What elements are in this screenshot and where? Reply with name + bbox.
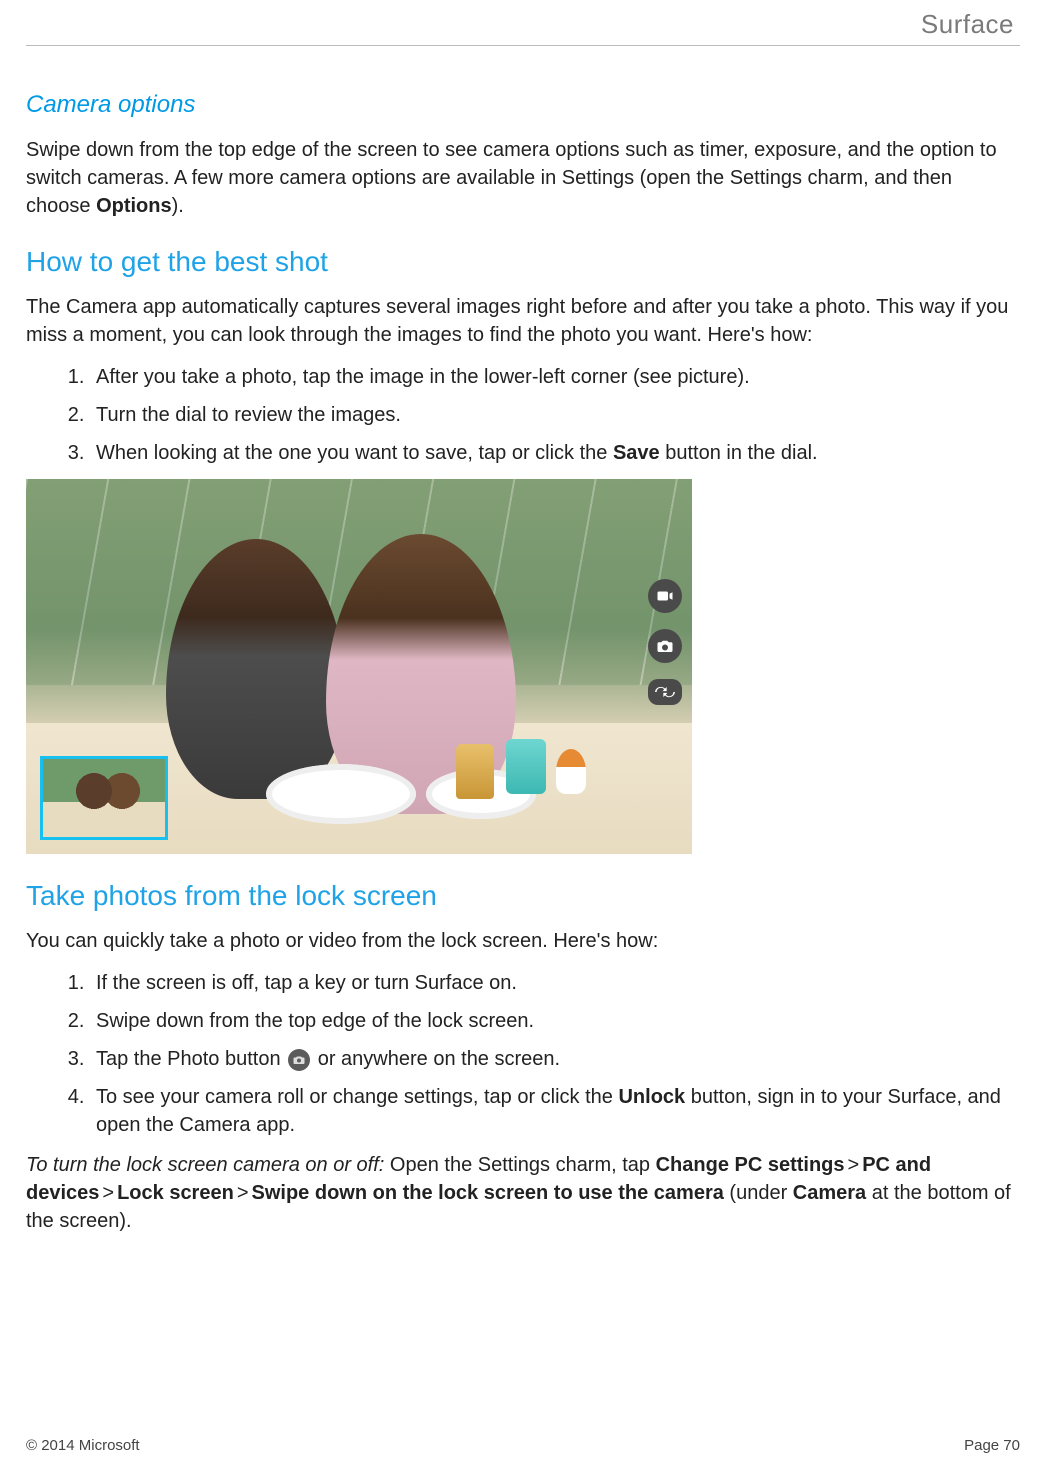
switch-camera-icon[interactable]: [648, 679, 682, 705]
text-bold: Lock screen: [117, 1182, 234, 1204]
text: Open the Settings charm, tap: [384, 1154, 655, 1176]
list-item: Turn the dial to review the images.: [90, 401, 1020, 429]
camera-app-screenshot: [26, 479, 692, 854]
footer-copyright: © 2014 Microsoft: [26, 1435, 140, 1456]
paragraph-best-shot-intro: The Camera app automatically captures se…: [26, 293, 1020, 349]
text-italic-lead: To turn the lock screen camera on or off…: [26, 1154, 384, 1176]
text-bold: Camera: [793, 1182, 866, 1204]
text-bold-unlock: Unlock: [618, 1086, 685, 1108]
footer-page-number: Page 70: [964, 1435, 1020, 1456]
text: To see your camera roll or change settin…: [96, 1086, 618, 1108]
list-item: Tap the Photo button or anywhere on the …: [90, 1045, 1020, 1073]
list-item: After you take a photo, tap the image in…: [90, 363, 1020, 391]
list-item: If the screen is off, tap a key or turn …: [90, 969, 1020, 997]
text: Tap the Photo button: [96, 1048, 286, 1070]
document-page: Surface Camera options Swipe down from t…: [0, 0, 1046, 1482]
text: (under: [724, 1182, 793, 1204]
text: When looking at the one you want to save…: [96, 442, 613, 464]
list-item: To see your camera roll or change settin…: [90, 1083, 1020, 1139]
breadcrumb-separator: >: [102, 1182, 114, 1204]
paragraph-camera-options: Swipe down from the top edge of the scre…: [26, 136, 1020, 220]
list-item: When looking at the one you want to save…: [90, 439, 1020, 467]
text-bold: Change PC settings: [656, 1154, 845, 1176]
text-bold-options: Options: [96, 195, 172, 217]
breadcrumb-separator: >: [848, 1154, 860, 1176]
heading-camera-options: Camera options: [26, 88, 1020, 122]
page-header: Surface: [26, 5, 1020, 46]
text: ).: [172, 195, 184, 217]
heading-best-shot: How to get the best shot: [26, 242, 1020, 281]
page-footer: © 2014 Microsoft Page 70: [26, 1435, 1020, 1456]
text-bold-save: Save: [613, 442, 660, 464]
breadcrumb-separator: >: [237, 1182, 249, 1204]
heading-lock-screen: Take photos from the lock screen: [26, 876, 1020, 915]
steps-best-shot: After you take a photo, tap the image in…: [26, 363, 1020, 467]
photo-thumbnail[interactable]: [40, 756, 168, 840]
camera-icon: [288, 1049, 310, 1071]
scene-jar: [456, 744, 494, 799]
paragraph-lock-toggle: To turn the lock screen camera on or off…: [26, 1151, 1020, 1235]
scene-glass: [506, 739, 546, 794]
scene-plate: [266, 764, 416, 824]
scene-eggcup: [556, 749, 586, 794]
text: or anywhere on the screen.: [312, 1048, 560, 1070]
video-mode-icon[interactable]: [648, 579, 682, 613]
brand-logo: Surface: [921, 6, 1014, 42]
text: button in the dial.: [660, 442, 818, 464]
steps-lock-screen: If the screen is off, tap a key or turn …: [26, 969, 1020, 1139]
text-bold: Swipe down on the lock screen to use the…: [252, 1182, 724, 1204]
thumbnail-content: [73, 771, 143, 811]
photo-mode-icon[interactable]: [648, 629, 682, 663]
paragraph-lock-intro: You can quickly take a photo or video fr…: [26, 927, 1020, 955]
list-item: Swipe down from the top edge of the lock…: [90, 1007, 1020, 1035]
